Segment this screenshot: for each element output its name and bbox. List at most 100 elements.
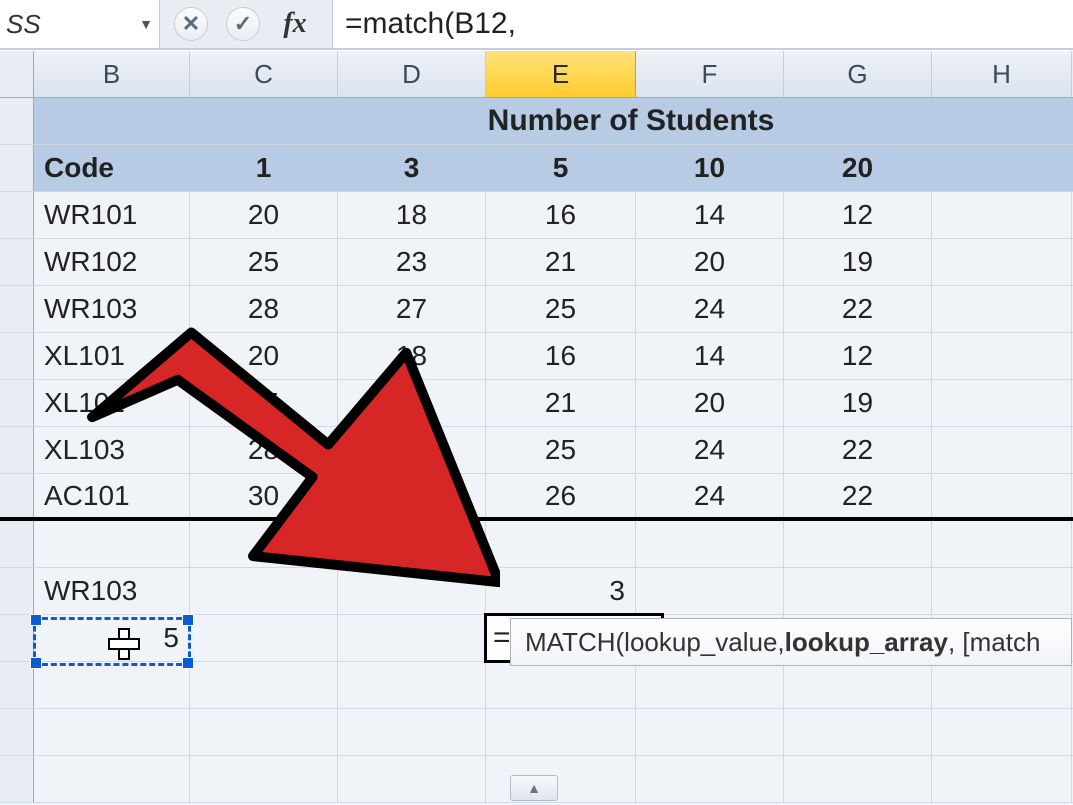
cell[interactable] [932, 662, 1072, 708]
row-header[interactable] [0, 756, 34, 802]
cell[interactable]: 22 [784, 474, 932, 517]
cell[interactable] [34, 521, 190, 567]
cell[interactable] [338, 709, 486, 755]
scroll-up-button[interactable]: ▲ [510, 775, 558, 801]
function-tooltip[interactable]: MATCH(lookup_value, lookup_array, [match [510, 618, 1072, 666]
cell[interactable]: AC101 [34, 474, 190, 517]
row-header[interactable] [0, 380, 34, 426]
row-header[interactable] [0, 333, 34, 379]
insert-function-button[interactable]: fx [278, 7, 312, 41]
cell[interactable]: 14 [636, 192, 784, 238]
cell[interactable] [932, 145, 1072, 191]
cell[interactable]: 20 [190, 333, 338, 379]
cell[interactable]: XL103 [34, 427, 190, 473]
cell[interactable]: 19 [784, 380, 932, 426]
col-header-g[interactable]: G [784, 51, 932, 97]
cell[interactable]: 24 [636, 474, 784, 517]
cell[interactable]: 27 [338, 427, 486, 473]
cell[interactable] [486, 662, 636, 708]
title-cell[interactable]: Number of Students [190, 98, 1073, 144]
cell[interactable] [190, 662, 338, 708]
cell-e11[interactable]: 3 [486, 568, 636, 614]
cell[interactable]: 28 [338, 474, 486, 517]
cell[interactable]: 22 [784, 286, 932, 332]
cell[interactable] [932, 380, 1072, 426]
cell[interactable] [636, 568, 784, 614]
cell[interactable] [932, 427, 1072, 473]
row-header[interactable] [0, 192, 34, 238]
row-header[interactable] [0, 662, 34, 708]
cell[interactable]: XL101 [34, 333, 190, 379]
cell[interactable]: 20 [636, 239, 784, 285]
cell[interactable] [190, 521, 338, 567]
cell[interactable] [932, 239, 1072, 285]
cell[interactable] [784, 521, 932, 567]
cell[interactable]: 14 [636, 333, 784, 379]
cell[interactable]: 21 [486, 239, 636, 285]
cell[interactable] [636, 756, 784, 802]
row-header[interactable] [0, 709, 34, 755]
cell[interactable] [932, 521, 1072, 567]
cell[interactable]: 20 [636, 380, 784, 426]
cell[interactable] [486, 521, 636, 567]
cell[interactable] [486, 709, 636, 755]
row-header[interactable] [0, 145, 34, 191]
col-header-h[interactable]: H [932, 51, 1072, 97]
cell[interactable] [784, 709, 932, 755]
header-d[interactable]: 3 [338, 145, 486, 191]
row-header[interactable] [0, 239, 34, 285]
row-header[interactable] [0, 98, 34, 144]
cell[interactable]: 25 [486, 286, 636, 332]
cell[interactable]: 18 [338, 333, 486, 379]
cell[interactable]: 18 [338, 192, 486, 238]
cell[interactable]: WR102 [34, 239, 190, 285]
cell[interactable] [190, 756, 338, 802]
cell[interactable]: 16 [486, 333, 636, 379]
row-header[interactable] [0, 474, 34, 517]
cell[interactable] [784, 756, 932, 802]
cell[interactable]: 23 [338, 239, 486, 285]
cell[interactable]: 27 [338, 286, 486, 332]
cell[interactable]: 16 [486, 192, 636, 238]
col-header-b[interactable]: B [34, 51, 190, 97]
row-header[interactable] [0, 615, 34, 661]
cell[interactable] [34, 98, 190, 144]
cell[interactable]: 28 [190, 427, 338, 473]
col-header-c[interactable]: C [190, 51, 338, 97]
cell[interactable]: XL102 [34, 380, 190, 426]
cell[interactable]: 25 [190, 239, 338, 285]
cell[interactable]: 24 [636, 286, 784, 332]
cell[interactable]: WR103 [34, 286, 190, 332]
cell[interactable] [190, 709, 338, 755]
cell[interactable]: 28 [190, 286, 338, 332]
cell[interactable] [932, 192, 1072, 238]
cell[interactable] [338, 568, 486, 614]
cell[interactable] [636, 709, 784, 755]
header-e[interactable]: 5 [486, 145, 636, 191]
cell[interactable] [338, 521, 486, 567]
name-box[interactable]: SS ▼ [0, 0, 160, 48]
cell[interactable]: 12 [784, 333, 932, 379]
cell[interactable]: 12 [784, 192, 932, 238]
cell[interactable] [932, 756, 1072, 802]
cell[interactable] [34, 709, 190, 755]
cell[interactable]: 30 [190, 474, 338, 517]
name-box-dropdown-icon[interactable]: ▼ [139, 16, 153, 32]
cell[interactable]: 22 [784, 427, 932, 473]
row-header[interactable] [0, 427, 34, 473]
cell[interactable] [932, 333, 1072, 379]
cell[interactable] [338, 615, 486, 661]
cell[interactable]: 23 [338, 380, 486, 426]
cell[interactable]: WR101 [34, 192, 190, 238]
row-header[interactable] [0, 521, 34, 567]
cell[interactable] [784, 662, 932, 708]
select-all-corner[interactable] [0, 51, 34, 97]
cell[interactable] [932, 474, 1072, 517]
cell-b12[interactable]: 5 [34, 615, 190, 661]
cell[interactable]: 25 [190, 380, 338, 426]
row-header[interactable] [0, 568, 34, 614]
cell[interactable] [190, 615, 338, 661]
formula-input[interactable]: =match(B12, [332, 0, 1073, 48]
cell[interactable] [338, 756, 486, 802]
col-header-d[interactable]: D [338, 51, 486, 97]
